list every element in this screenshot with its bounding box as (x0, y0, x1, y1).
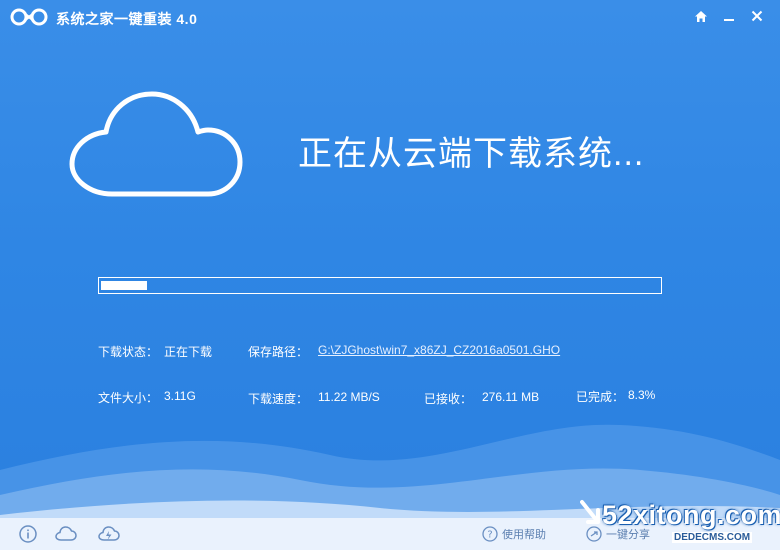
cloud-download-icon (69, 91, 243, 197)
home-icon (695, 10, 707, 22)
app-logo-icon (10, 8, 48, 26)
download-state-value: 正在下载 (164, 345, 213, 359)
minimize-button[interactable] (718, 5, 740, 27)
watermark-site: DEDECMS.COM (672, 532, 753, 543)
help-button[interactable]: ? 使用帮助 (482, 526, 546, 542)
download-status-headline: 正在从云端下载系统... (298, 135, 645, 173)
titlebar: 系统之家一键重装 4.0 (0, 0, 780, 34)
close-button[interactable] (746, 5, 768, 27)
save-path-link[interactable]: G:\ZJGhost\win7_x86ZJ_CZ2016a0501.GHO (318, 343, 560, 357)
app-title: 系统之家一键重装 4.0 (56, 11, 198, 27)
help-label: 使用帮助 (502, 529, 546, 541)
cloud-icon[interactable] (55, 524, 77, 544)
close-icon (751, 10, 763, 22)
help-icon: ? (482, 526, 498, 542)
cloud-lightning-icon[interactable] (98, 524, 120, 544)
share-icon (586, 526, 602, 542)
info-icon[interactable] (17, 524, 39, 544)
app-window: 系统之家一键重装 4.0 正在从云端下载系统... 下载状态： 正在下载 保存路… (0, 0, 780, 550)
download-progress-bar (98, 277, 662, 294)
save-path-label: 保存路径： (248, 345, 309, 359)
home-button[interactable] (690, 5, 712, 27)
svg-text:?: ? (487, 530, 492, 541)
download-state-label: 下载状态： (98, 345, 159, 359)
minimize-icon (724, 19, 734, 21)
progress-fill (101, 281, 148, 290)
watermark-text: 52xitong.com (602, 500, 780, 530)
